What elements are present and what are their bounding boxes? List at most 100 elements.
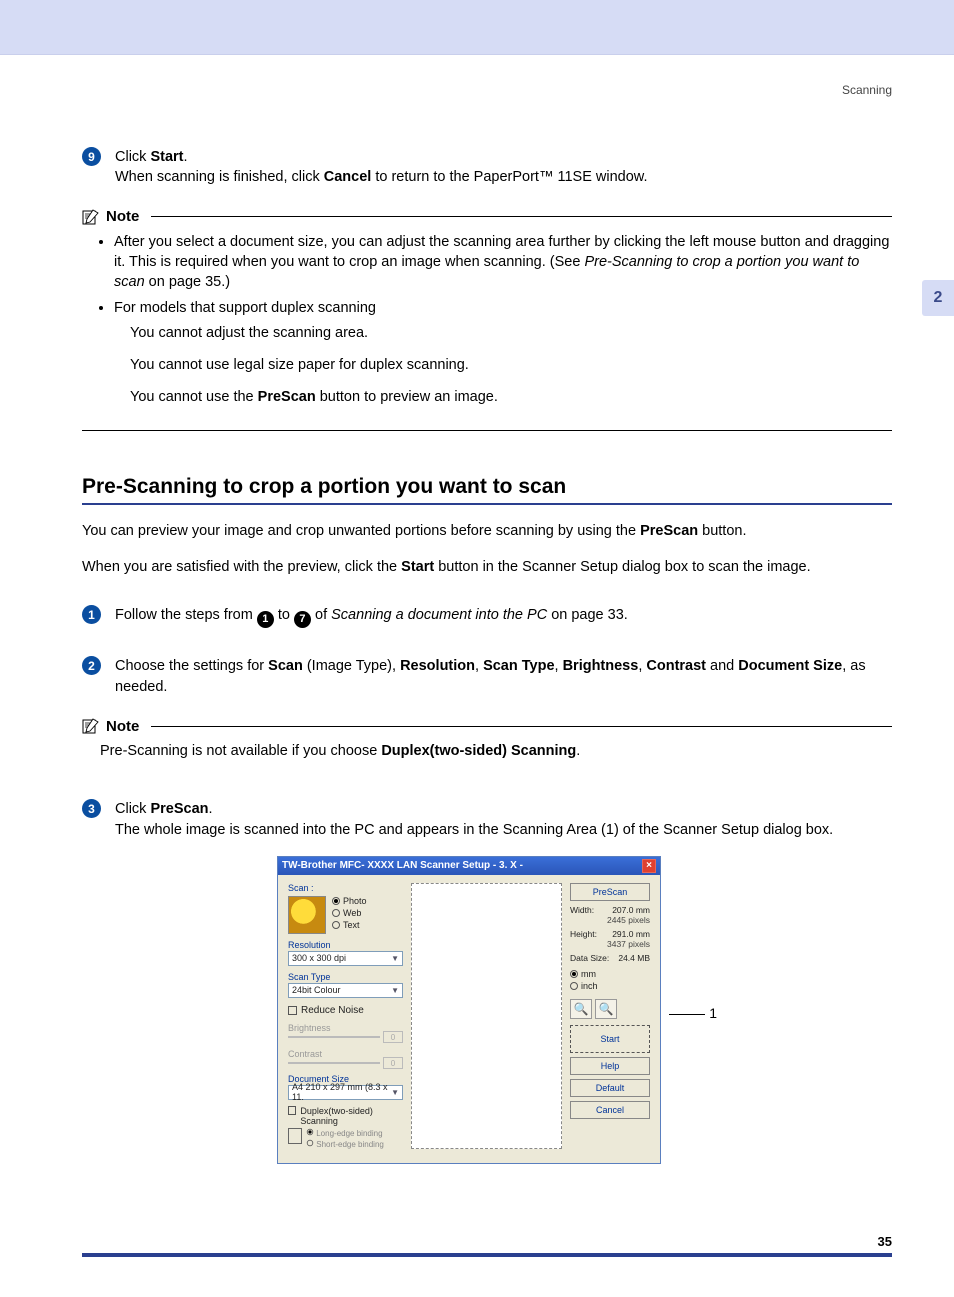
step-1-text: Follow the steps from 1 to 7 of Scanning…	[115, 605, 892, 628]
text: Choose the settings for	[115, 658, 268, 674]
radio-photo[interactable]: Photo	[332, 896, 367, 906]
text-bold: PreScan	[150, 801, 208, 817]
chapter-tab: 2	[922, 280, 954, 316]
text: Follow the steps from	[115, 607, 257, 623]
text: and	[706, 658, 738, 674]
width-label: Width:	[570, 905, 594, 915]
rule	[151, 726, 892, 727]
rule	[151, 216, 892, 217]
note-block-1: Note After you select a document size, y…	[82, 208, 892, 431]
text-bold: Contrast	[646, 658, 706, 674]
zoom-in-icon[interactable]: 🔍	[570, 999, 592, 1019]
text: The whole image is scanned into the PC a…	[115, 822, 833, 838]
text-bold: Start	[401, 559, 434, 575]
ref-circle-7: 7	[294, 611, 311, 628]
step-number-3: 3	[82, 799, 101, 818]
text: When you are satisfied with the preview,…	[82, 559, 401, 575]
radio-long-edge[interactable]: Long-edge binding	[306, 1128, 384, 1138]
text: You cannot use the PreScan button to pre…	[130, 387, 892, 407]
running-header: Scanning	[82, 55, 892, 97]
width-pixels: 2445 pixels	[570, 915, 650, 925]
start-button[interactable]: Start	[570, 1025, 650, 1053]
contrast-slider[interactable]: 0	[288, 1059, 403, 1068]
note-block-2: Note Pre-Scanning is not available if yo…	[82, 717, 892, 771]
text: .	[576, 743, 580, 759]
text: to	[274, 607, 294, 623]
radio-inch[interactable]: inch	[570, 981, 650, 991]
top-decorative-bar	[0, 0, 954, 55]
dialog-titlebar: TW-Brother MFC- XXXX LAN Scanner Setup -…	[278, 857, 660, 875]
width-value: 207.0 mm	[612, 905, 650, 915]
prescan-button[interactable]: PreScan	[570, 883, 650, 901]
radio-web[interactable]: Web	[332, 908, 367, 918]
text: of	[311, 607, 331, 623]
text: Pre-Scanning is not available if you cho…	[100, 743, 381, 759]
page-number: 35	[82, 1234, 892, 1257]
text: For models that support duplex scanning	[114, 300, 376, 316]
radio-text[interactable]: Text	[332, 920, 367, 930]
datasize-value: 24.4 MB	[618, 953, 650, 963]
note-body: Pre-Scanning is not available if you cho…	[82, 735, 892, 771]
text: .	[209, 801, 213, 817]
scanning-area-preview[interactable]	[411, 883, 562, 1149]
reduce-noise-checkbox[interactable]: Reduce Noise	[288, 1005, 403, 1016]
scantype-label: Scan Type	[288, 972, 403, 982]
note-body: After you select a document size, you ca…	[82, 226, 892, 431]
text: on page 35.)	[145, 274, 230, 290]
text: on page 33.	[547, 607, 628, 623]
callout-line	[669, 1014, 705, 1015]
text-italic: Scanning a document into the PC	[331, 607, 547, 623]
paragraph: When you are satisfied with the preview,…	[82, 557, 892, 577]
text: Click	[115, 149, 150, 165]
text: Click	[115, 801, 150, 817]
radio-short-edge[interactable]: Short-edge binding	[306, 1139, 384, 1149]
scantype-select[interactable]: 24bit Colour▼	[288, 983, 403, 998]
text: ,	[475, 658, 483, 674]
text: button.	[698, 523, 746, 539]
text: .	[184, 149, 188, 165]
duplex-checkbox[interactable]: Duplex(two-sided) Scanning	[288, 1106, 403, 1126]
step-number-2: 2	[82, 656, 101, 675]
page-icon	[288, 1128, 302, 1144]
note-icon	[82, 208, 100, 226]
text: You can preview your image and crop unwa…	[82, 523, 640, 539]
step-number-9: 9	[82, 147, 101, 166]
heading-prescanning: Pre-Scanning to crop a portion you want …	[82, 475, 892, 505]
step-2: 2 Choose the settings for Scan (Image Ty…	[82, 656, 892, 697]
text: button in the Scanner Setup dialog box t…	[434, 559, 810, 575]
height-pixels: 3437 pixels	[570, 939, 650, 949]
resolution-select[interactable]: 300 x 300 dpi▼	[288, 951, 403, 966]
text-bold: Document Size	[738, 658, 842, 674]
text-bold: Duplex(two-sided) Scanning	[381, 743, 576, 759]
paragraph: You can preview your image and crop unwa…	[82, 521, 892, 541]
step-3-text: Click PreScan. The whole image is scanne…	[115, 799, 892, 840]
dialog-right-panel: PreScan Width:207.0 mm 2445 pixels Heigh…	[570, 883, 650, 1149]
step-2-text: Choose the settings for Scan (Image Type…	[115, 656, 892, 697]
default-button[interactable]: Default	[570, 1079, 650, 1097]
photo-thumbnail	[288, 896, 326, 934]
docsize-select[interactable]: A4 210 x 297 mm (8.3 x 11.▼	[288, 1085, 403, 1100]
ref-circle-1: 1	[257, 611, 274, 628]
text: You cannot adjust the scanning area.	[130, 323, 892, 343]
scanner-setup-dialog: TW-Brother MFC- XXXX LAN Scanner Setup -…	[277, 856, 661, 1164]
help-button[interactable]: Help	[570, 1057, 650, 1075]
cancel-button[interactable]: Cancel	[570, 1101, 650, 1119]
close-icon[interactable]: ×	[642, 859, 656, 873]
radio-mm[interactable]: mm	[570, 969, 650, 979]
text: When scanning is finished, click	[115, 169, 324, 185]
step-9-text: Click Start. When scanning is finished, …	[115, 147, 892, 188]
page: Scanning 2 9 Click Start. When scanning …	[0, 55, 954, 1297]
text-bold: PreScan	[258, 389, 316, 405]
text-bold: Brightness	[563, 658, 639, 674]
dialog-title: TW-Brother MFC- XXXX LAN Scanner Setup -…	[282, 860, 523, 871]
text: You cannot use legal size paper for dupl…	[130, 355, 892, 375]
text: button to preview an image.	[316, 389, 498, 405]
brightness-slider[interactable]: 0	[288, 1033, 403, 1042]
text: to return to the PaperPort™ 11SE window.	[371, 169, 647, 185]
step-1: 1 Follow the steps from 1 to 7 of Scanni…	[82, 605, 892, 628]
text-bold: Scan Type	[483, 658, 554, 674]
zoom-out-icon[interactable]: 🔍	[595, 999, 617, 1019]
scan-label: Scan :	[288, 883, 403, 893]
text: You cannot use the	[130, 389, 258, 405]
scanner-setup-dialog-figure: TW-Brother MFC- XXXX LAN Scanner Setup -…	[277, 856, 697, 1164]
